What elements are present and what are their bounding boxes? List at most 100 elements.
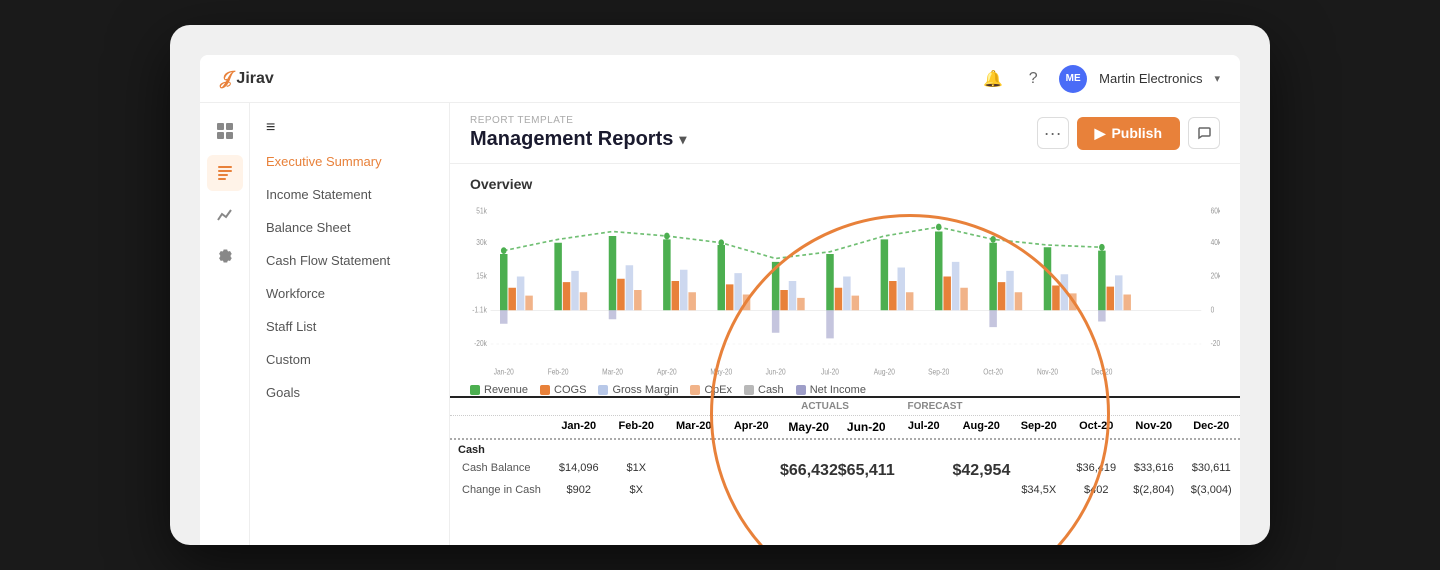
revenue-color (470, 385, 480, 395)
more-button[interactable]: ··· (1037, 117, 1069, 149)
title-chevron: ▾ (679, 131, 686, 148)
sidebar-item-staff-list[interactable]: Staff List (250, 310, 449, 343)
main-area: ≡ Executive Summary Income Statement Bal… (200, 103, 1240, 545)
laptop-frame: 𝒥 Jirav 🔔 ? ME Martin Electronics ▾ (170, 25, 1270, 545)
header-actions: ··· ▶ Publish (1037, 117, 1220, 150)
sidebar-item-goals[interactable]: Goals (250, 376, 449, 409)
report-info: REPORT TEMPLATE Management Reports ▾ (470, 115, 686, 151)
sidebar-item-income-statement[interactable]: Income Statement (250, 178, 449, 211)
analytics-icon[interactable] (207, 197, 243, 233)
label-header (450, 420, 550, 434)
col-jan: Jan-20 (550, 420, 608, 434)
content-header: REPORT TEMPLATE Management Reports ▾ ···… (450, 103, 1240, 164)
svg-text:Nov-20: Nov-20 (1037, 367, 1058, 377)
cogs-color (540, 385, 550, 395)
logo-icon: 𝒥 (220, 68, 232, 89)
top-bar: 𝒥 Jirav 🔔 ? ME Martin Electronics ▾ (200, 55, 1240, 103)
cc-may (780, 484, 838, 496)
cc-aug (953, 484, 1011, 496)
user-avatar: ME (1059, 65, 1087, 93)
sidebar-item-executive-summary[interactable]: Executive Summary (250, 145, 449, 178)
sidebar-icons (200, 103, 250, 545)
col-jun: Jun-20 (838, 420, 896, 434)
user-chevron: ▾ (1214, 72, 1220, 85)
cogs-label: COGS (554, 384, 586, 396)
cb-apr (723, 462, 781, 480)
col-may: May-20 (780, 420, 838, 434)
settings-icon[interactable] (207, 239, 243, 275)
sidebar-item-workforce[interactable]: Workforce (250, 277, 449, 310)
svg-text:15k: 15k (476, 271, 487, 281)
nav-header: ≡ (250, 103, 449, 145)
gross-margin-label: Gross Margin (612, 384, 678, 396)
cb-oct: $36,419 (1068, 462, 1126, 480)
sidebar-item-cash-flow[interactable]: Cash Flow Statement (250, 244, 449, 277)
empty-col6 (1045, 401, 1100, 412)
cb-sep (1010, 462, 1068, 480)
empty-col2 (605, 401, 660, 412)
cb-feb: $1X (608, 462, 666, 480)
bar-chart: 51k 30k 15k -1.1k -20k 60k 40k 20k 0 - (470, 200, 1220, 380)
opex-color (690, 385, 700, 395)
svg-text:0: 0 (1211, 305, 1215, 315)
publish-icon: ▶ (1095, 125, 1106, 142)
svg-text:Feb-20: Feb-20 (548, 367, 569, 377)
reports-icon[interactable] (207, 155, 243, 191)
report-label: REPORT TEMPLATE (470, 115, 686, 126)
empty-col8 (1155, 401, 1210, 412)
svg-text:-1.1k: -1.1k (472, 305, 487, 315)
net-income-label: Net Income (810, 384, 866, 396)
help-icon[interactable]: ? (1019, 65, 1047, 93)
sidebar-item-balance-sheet[interactable]: Balance Sheet (250, 211, 449, 244)
publish-button[interactable]: ▶ Publish (1077, 117, 1180, 150)
cash-balance-row: Cash Balance $14,096 $1X $66,432 $65,411… (450, 460, 1240, 482)
column-headers: Jan-20 Feb-20 Mar-20 Apr-20 May-20 Jun-2… (450, 416, 1240, 440)
svg-text:-20k: -20k (474, 339, 487, 349)
change-in-cash-row: Change in Cash $902 $X $34,5X $402 $(2,8 (450, 482, 1240, 498)
net-income-color (796, 385, 806, 395)
cc-jul (895, 484, 953, 496)
svg-text:Jul-20: Jul-20 (821, 367, 839, 377)
actuals-label: ACTUALS (770, 401, 880, 412)
cb-nov: $33,616 (1125, 462, 1183, 480)
svg-text:May-20: May-20 (710, 367, 732, 377)
col-oct: Oct-20 (1068, 420, 1126, 434)
svg-text:51k: 51k (476, 206, 487, 216)
cash-balance-label: Cash Balance (450, 462, 550, 480)
svg-text:20k: 20k (1211, 271, 1220, 281)
dashboard-icon[interactable] (207, 113, 243, 149)
svg-text:Mar-20: Mar-20 (602, 367, 623, 377)
col-sep: Sep-20 (1010, 420, 1068, 434)
chart-container: 51k 30k 15k -1.1k -20k 60k 40k 20k 0 - (470, 200, 1220, 380)
forecast-label: FORECAST (880, 401, 990, 412)
cc-dec: $(3,004) (1183, 484, 1241, 496)
change-cash-label: Change in Cash (450, 484, 550, 496)
cc-feb: $X (608, 484, 666, 496)
chart-table-area: Overview 51k 30k 15k -1.1k -20k 60k (450, 164, 1240, 545)
chat-button[interactable] (1188, 117, 1220, 149)
actuals-forecast-row: ACTUALS FORECAST (450, 398, 1240, 416)
chart-legend: Revenue COGS Gross Margin (470, 384, 1220, 396)
cc-sep: $34,5X (1010, 484, 1068, 496)
report-title: Management Reports ▾ (470, 128, 686, 151)
empty-cell (450, 401, 550, 412)
svg-text:Sep-20: Sep-20 (928, 367, 949, 377)
col-feb: Feb-20 (608, 420, 666, 434)
bell-icon[interactable]: 🔔 (979, 65, 1007, 93)
svg-text:Aug-20: Aug-20 (874, 367, 895, 377)
col-aug: Aug-20 (953, 420, 1011, 434)
empty-col5 (990, 401, 1045, 412)
cb-jan: $14,096 (550, 462, 608, 480)
cc-jan: $902 (550, 484, 608, 496)
user-name: Martin Electronics (1099, 71, 1202, 86)
gross-margin-color (598, 385, 608, 395)
svg-text:40k: 40k (1211, 237, 1220, 247)
chart-section: Overview 51k 30k 15k -1.1k -20k 60k (450, 164, 1240, 396)
empty-col4 (715, 401, 770, 412)
empty-col7 (1100, 401, 1155, 412)
hamburger-icon[interactable]: ≡ (266, 119, 275, 137)
sidebar-item-custom[interactable]: Custom (250, 343, 449, 376)
empty-col (550, 401, 605, 412)
col-mar: Mar-20 (665, 420, 723, 434)
cc-apr (723, 484, 781, 496)
